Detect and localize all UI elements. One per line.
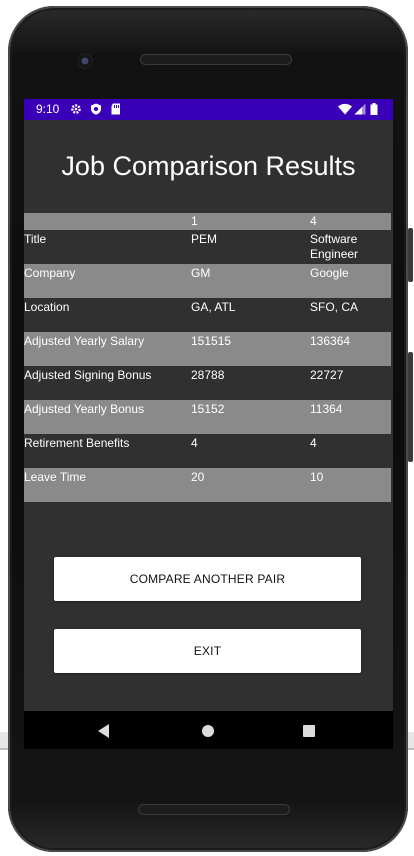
- gear-icon: [71, 104, 81, 114]
- job2-value: 136364: [310, 332, 391, 366]
- job2-value: 11364: [310, 400, 391, 434]
- back-icon[interactable]: [98, 724, 109, 738]
- job2-value: SFO, CA: [310, 300, 359, 314]
- page-title: Job Comparison Results: [61, 151, 356, 181]
- home-icon[interactable]: [202, 725, 214, 737]
- job1-value: 151515: [191, 332, 310, 366]
- row-label: Title: [24, 232, 47, 246]
- compare-another-pair-button[interactable]: COMPARE ANOTHER PAIR: [54, 557, 361, 601]
- table-header-row: 1 4: [24, 213, 391, 230]
- front-camera-icon: [77, 53, 93, 69]
- job2-value: 22727: [310, 368, 344, 382]
- app-content: Job Comparison Results 1 4 Title PEM Sof…: [24, 120, 393, 711]
- row-label: Leave Time: [24, 468, 191, 502]
- device-screen: 9:10 Job Comparison Results 1 4 Title PE…: [24, 99, 393, 749]
- table-row: Leave Time 20 10: [24, 468, 391, 502]
- shield-icon: [91, 103, 101, 115]
- table-header-cell: [24, 213, 191, 230]
- recents-icon[interactable]: [303, 725, 315, 737]
- job2-value: Google: [310, 264, 391, 298]
- row-label: Location: [24, 300, 70, 314]
- job1-value: 4: [191, 436, 198, 450]
- row-label: Company: [24, 264, 191, 298]
- battery-icon: [370, 103, 378, 115]
- power-button[interactable]: [408, 228, 413, 282]
- job1-value: 28788: [191, 368, 225, 382]
- row-label: Adjusted Yearly Bonus: [24, 400, 191, 434]
- table-row: Location GA, ATL SFO, CA: [24, 298, 391, 332]
- exit-button[interactable]: EXIT: [54, 629, 361, 673]
- signal-icon: [354, 103, 366, 115]
- job1-value: PEM: [191, 232, 218, 246]
- table-row: Retirement Benefits 4 4: [24, 434, 391, 468]
- comparison-table: 1 4 Title PEM Software Engineer Company …: [24, 213, 391, 502]
- job1-value: 20: [191, 468, 310, 502]
- table-header-cell: 4: [310, 213, 391, 230]
- status-time: 9:10: [36, 102, 60, 116]
- earpiece-speaker: [140, 54, 292, 65]
- row-label: Adjusted Yearly Salary: [24, 332, 191, 366]
- job2-value: Software Engineer: [310, 232, 359, 261]
- job2-value: 10: [310, 468, 391, 502]
- table-row: Title PEM Software Engineer: [24, 230, 391, 264]
- job1-value: GM: [191, 264, 310, 298]
- job1-value: 15152: [191, 400, 310, 434]
- table-header-cell: 1: [191, 213, 310, 230]
- wifi-icon: [338, 103, 352, 115]
- navigation-bar: [24, 711, 393, 749]
- row-label: Adjusted Signing Bonus: [24, 368, 152, 382]
- table-row: Company GM Google: [24, 264, 391, 298]
- job1-value: GA, ATL: [191, 300, 236, 314]
- bottom-speaker: [138, 804, 290, 815]
- table-row: Adjusted Signing Bonus 28788 22727: [24, 366, 391, 400]
- volume-button[interactable]: [408, 352, 413, 462]
- status-bar: 9:10: [24, 99, 393, 120]
- sd-card-icon: [111, 103, 120, 115]
- row-label: Retirement Benefits: [24, 436, 130, 450]
- job2-value: 4: [310, 436, 317, 450]
- table-row: Adjusted Yearly Bonus 15152 11364: [24, 400, 391, 434]
- table-row: Adjusted Yearly Salary 151515 136364: [24, 332, 391, 366]
